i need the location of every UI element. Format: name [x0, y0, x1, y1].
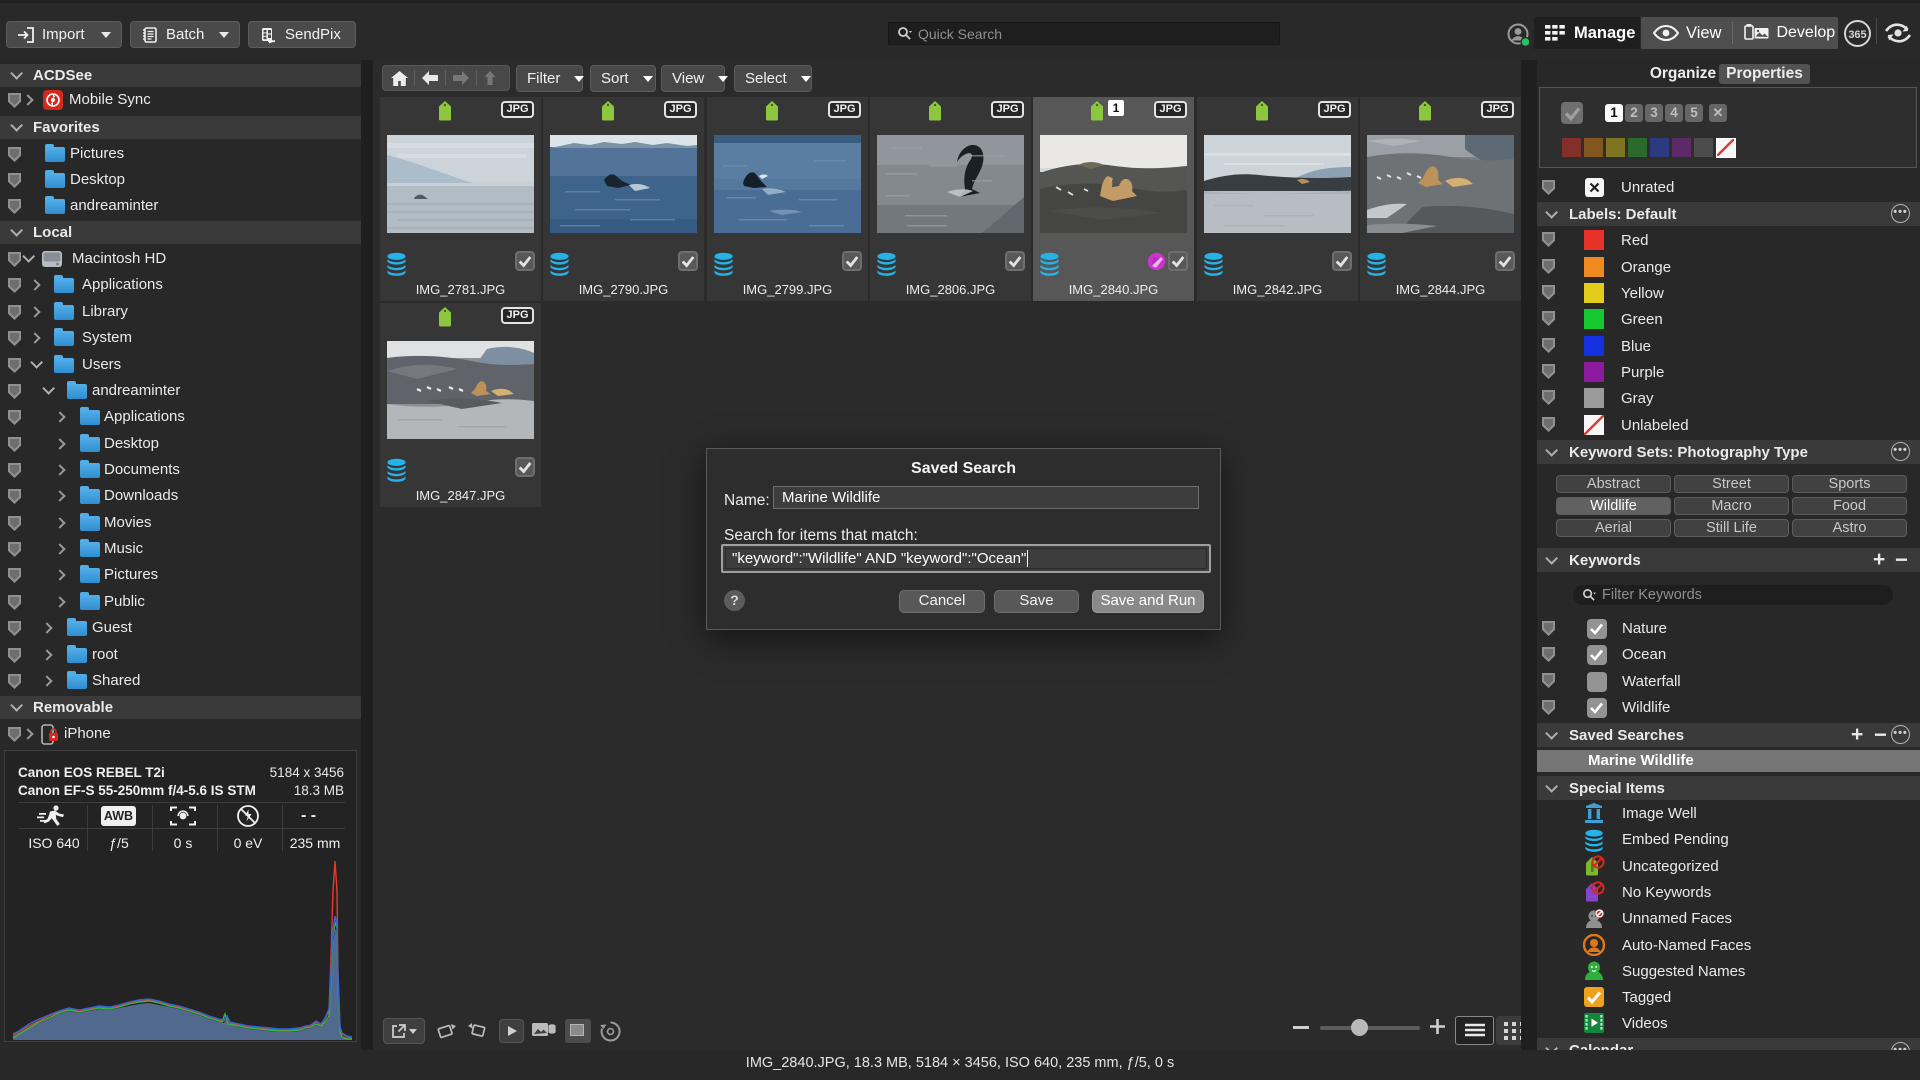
svg-text:365: 365 [1848, 29, 1866, 41]
